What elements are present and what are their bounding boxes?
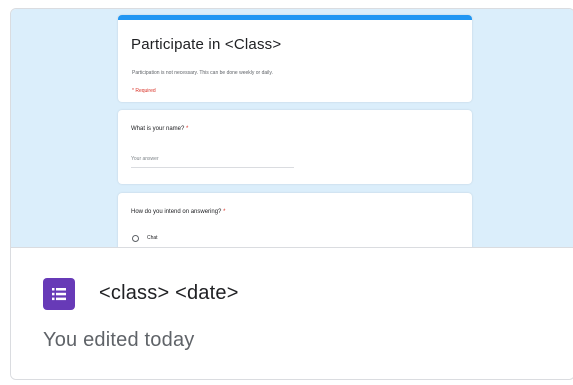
document-title[interactable]: <class> <date> <box>99 282 239 305</box>
radio-option: Chat <box>132 233 158 243</box>
form-title: Participate in <Class> <box>131 36 282 53</box>
required-star: * <box>223 209 226 215</box>
answer-field: Your answer <box>131 156 294 168</box>
radio-button <box>132 234 139 242</box>
form-file-card[interactable]: Participate in <Class> Participation is … <box>10 8 573 380</box>
question-label: How do you intend on answering? * <box>131 209 225 215</box>
question-name-panel: What is your name? * Your answer <box>118 110 472 184</box>
question-label: What is your name? * <box>131 126 188 132</box>
google-forms-icon <box>43 278 75 310</box>
form-description: Participation is not necessary. This can… <box>132 70 273 76</box>
last-edited-status: You edited today <box>43 329 195 351</box>
form-header-panel: Participate in <Class> Participation is … <box>118 15 472 102</box>
question-text: What is your name? <box>131 126 185 132</box>
question-text: How do you intend on answering? <box>131 209 222 215</box>
required-star: * <box>186 126 189 132</box>
radio-label: Chat <box>147 235 158 241</box>
required-note: * Required <box>132 88 156 94</box>
question-answer-panel: How do you intend on answering? * Chat <box>118 193 472 247</box>
form-preview-thumbnail[interactable]: Participate in <Class> Participation is … <box>11 9 573 248</box>
card-footer[interactable]: <class> <date> You edited today <box>11 248 573 379</box>
